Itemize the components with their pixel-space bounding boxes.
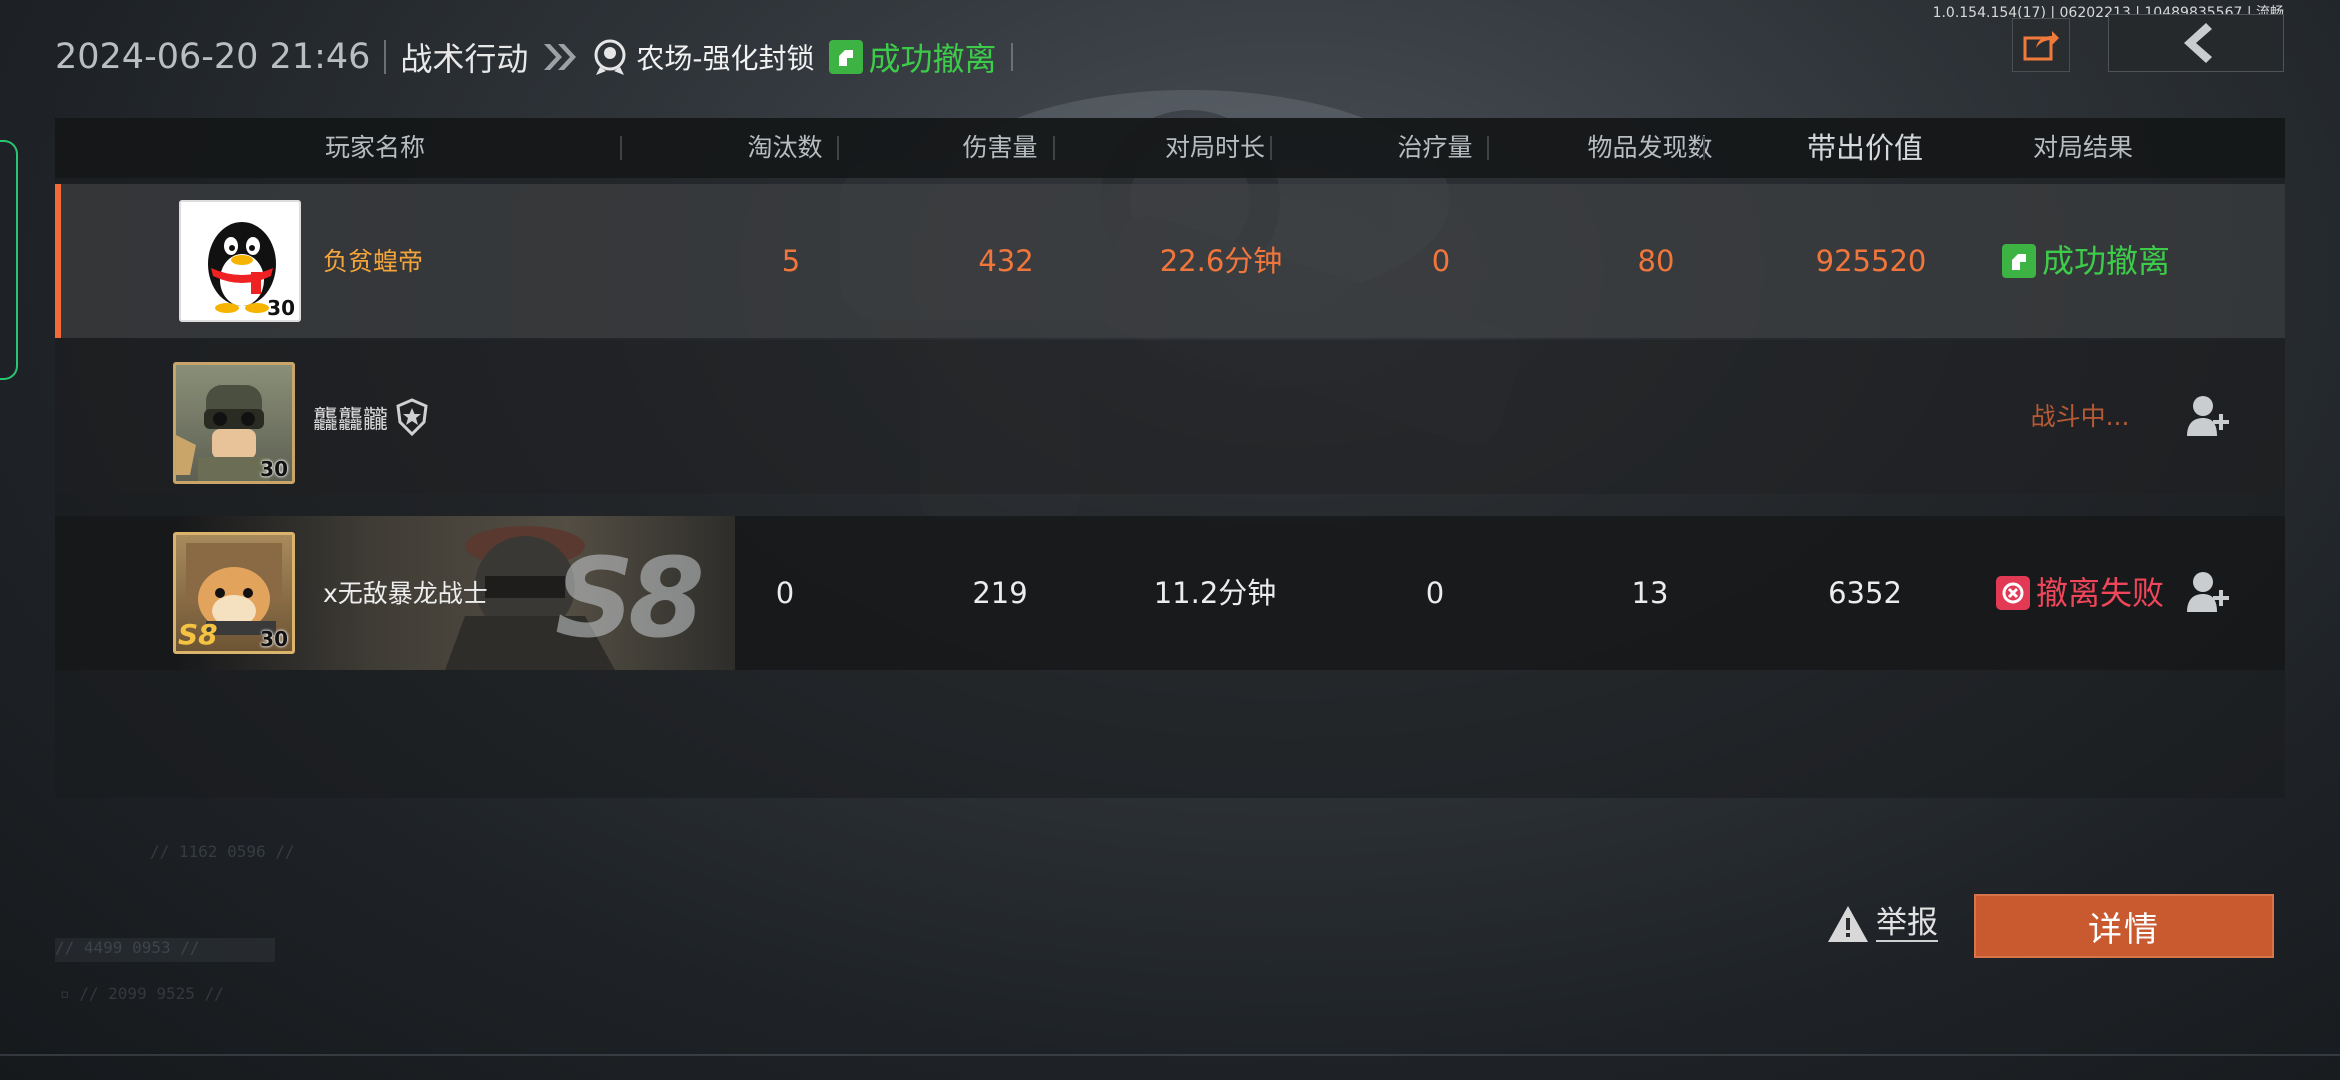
back-button[interactable] xyxy=(2108,14,2284,72)
col-healing: 治疗量 xyxy=(1397,133,1473,162)
shield-star-icon xyxy=(396,398,428,436)
match-datetime: 2024-06-20 21:46 xyxy=(55,37,371,77)
col-divider xyxy=(1487,136,1489,160)
col-divider xyxy=(620,136,622,160)
map-label: 农场-强化封锁 xyxy=(592,37,815,77)
col-divider xyxy=(837,136,839,160)
col-duration: 对局时长 xyxy=(1164,133,1265,162)
left-edge-indicator xyxy=(0,140,18,380)
add-friend-button[interactable] xyxy=(2185,392,2235,442)
match-result: 成功撤离 xyxy=(1941,184,2231,338)
player-level: 30 xyxy=(260,457,288,481)
col-damage: 伤害量 xyxy=(962,133,1038,162)
avatar[interactable]: 30 xyxy=(173,362,295,484)
col-divider xyxy=(1053,136,1055,160)
share-icon xyxy=(2023,31,2059,61)
player-level: 30 xyxy=(260,627,288,651)
details-button[interactable]: 详情 xyxy=(1974,894,2274,958)
map-name: 农场-强化封锁 xyxy=(636,42,815,75)
match-header: 2024-06-20 21:46 战术行动 农场-强化封锁 成功撤离 xyxy=(55,32,1013,82)
add-friend-button[interactable] xyxy=(2185,568,2235,618)
report-button[interactable]: 举报 xyxy=(1826,904,1938,944)
player-row[interactable]: 30 龘龘龖 战斗中... xyxy=(55,340,2285,494)
header-divider-end xyxy=(1010,43,1013,71)
healing-value: 0 xyxy=(1425,576,1445,610)
warning-icon xyxy=(1828,906,1868,942)
damage-value: 432 xyxy=(978,244,1034,278)
extract-success-icon xyxy=(2001,244,2036,278)
col-match-result: 对局结果 xyxy=(2032,133,2133,162)
player-name[interactable]: 龘龘龖 xyxy=(313,400,388,436)
add-friend-icon xyxy=(2187,396,2229,436)
extract-fail-icon xyxy=(1995,576,2030,610)
share-button[interactable] xyxy=(2012,18,2070,72)
match-result-text: 成功撤离 xyxy=(2041,242,2170,280)
col-eliminations: 淘汰数 xyxy=(747,133,823,162)
map-emblem-icon xyxy=(594,39,626,75)
chevron-left-icon xyxy=(2184,23,2212,63)
items-found-value: 80 xyxy=(1637,244,1675,278)
header-divider xyxy=(384,40,387,74)
duration-value: 22.6分钟 xyxy=(1159,244,1283,278)
col-divider xyxy=(1703,136,1705,160)
in-battle-status: 战斗中... xyxy=(2030,402,2130,431)
match-result: 撤离失败 xyxy=(1935,516,2225,670)
avatar[interactable]: 30 xyxy=(179,200,301,322)
player-name[interactable]: 负贫蝗帝 xyxy=(323,242,423,278)
game-mode: 战术行动 xyxy=(400,40,529,78)
double-chevron-icon xyxy=(542,42,578,72)
col-items-found: 物品发现数 xyxy=(1587,133,1713,162)
player-level: 30 xyxy=(267,296,295,320)
healing-value: 0 xyxy=(1431,244,1451,278)
add-friend-icon xyxy=(2187,572,2229,612)
header-result: 成功撤离 xyxy=(828,34,997,80)
extract-success-icon xyxy=(828,40,863,74)
decorative-text: ▫ // 2099 9525 // xyxy=(60,984,224,1003)
player-row-self[interactable]: 30 负贫蝗帝 5 432 22.6分钟 0 80 925520 成功撤离 xyxy=(55,184,2285,338)
player-name[interactable]: x无敌暴龙战士 xyxy=(323,574,488,610)
eliminations-value: 0 xyxy=(775,576,795,610)
col-divider xyxy=(1270,136,1272,160)
season-badge: S8 xyxy=(178,618,218,651)
duration-value: 11.2分钟 xyxy=(1153,576,1277,610)
match-result-text: 撤离失败 xyxy=(2035,574,2164,612)
eliminations-value: 5 xyxy=(781,244,801,278)
table-header: 玩家名称 淘汰数 伤害量 对局时长 治疗量 物品发现数 带出价值 对局结果 xyxy=(55,118,2285,178)
bottom-divider xyxy=(0,1054,2340,1056)
player-row[interactable]: S8 S8 30 x无敌暴龙战士 0 219 11.2分钟 0 13 6352 … xyxy=(55,516,2285,670)
header-result-text: 成功撤离 xyxy=(868,40,997,78)
damage-value: 219 xyxy=(972,576,1028,610)
decorative-bar: // 4499 0953 // xyxy=(55,938,275,962)
avatar[interactable]: S8 30 xyxy=(173,532,295,654)
items-found-value: 13 xyxy=(1631,576,1669,610)
col-player-name: 玩家名称 xyxy=(324,133,425,162)
col-extract-value: 带出价值 xyxy=(1806,131,1923,165)
decorative-text: // 1162 0596 // xyxy=(150,842,295,861)
scoreboard-table: 玩家名称 淘汰数 伤害量 对局时长 治疗量 物品发现数 带出价值 对局结果 30… xyxy=(55,118,2285,798)
report-label: 举报 xyxy=(1876,904,1938,943)
